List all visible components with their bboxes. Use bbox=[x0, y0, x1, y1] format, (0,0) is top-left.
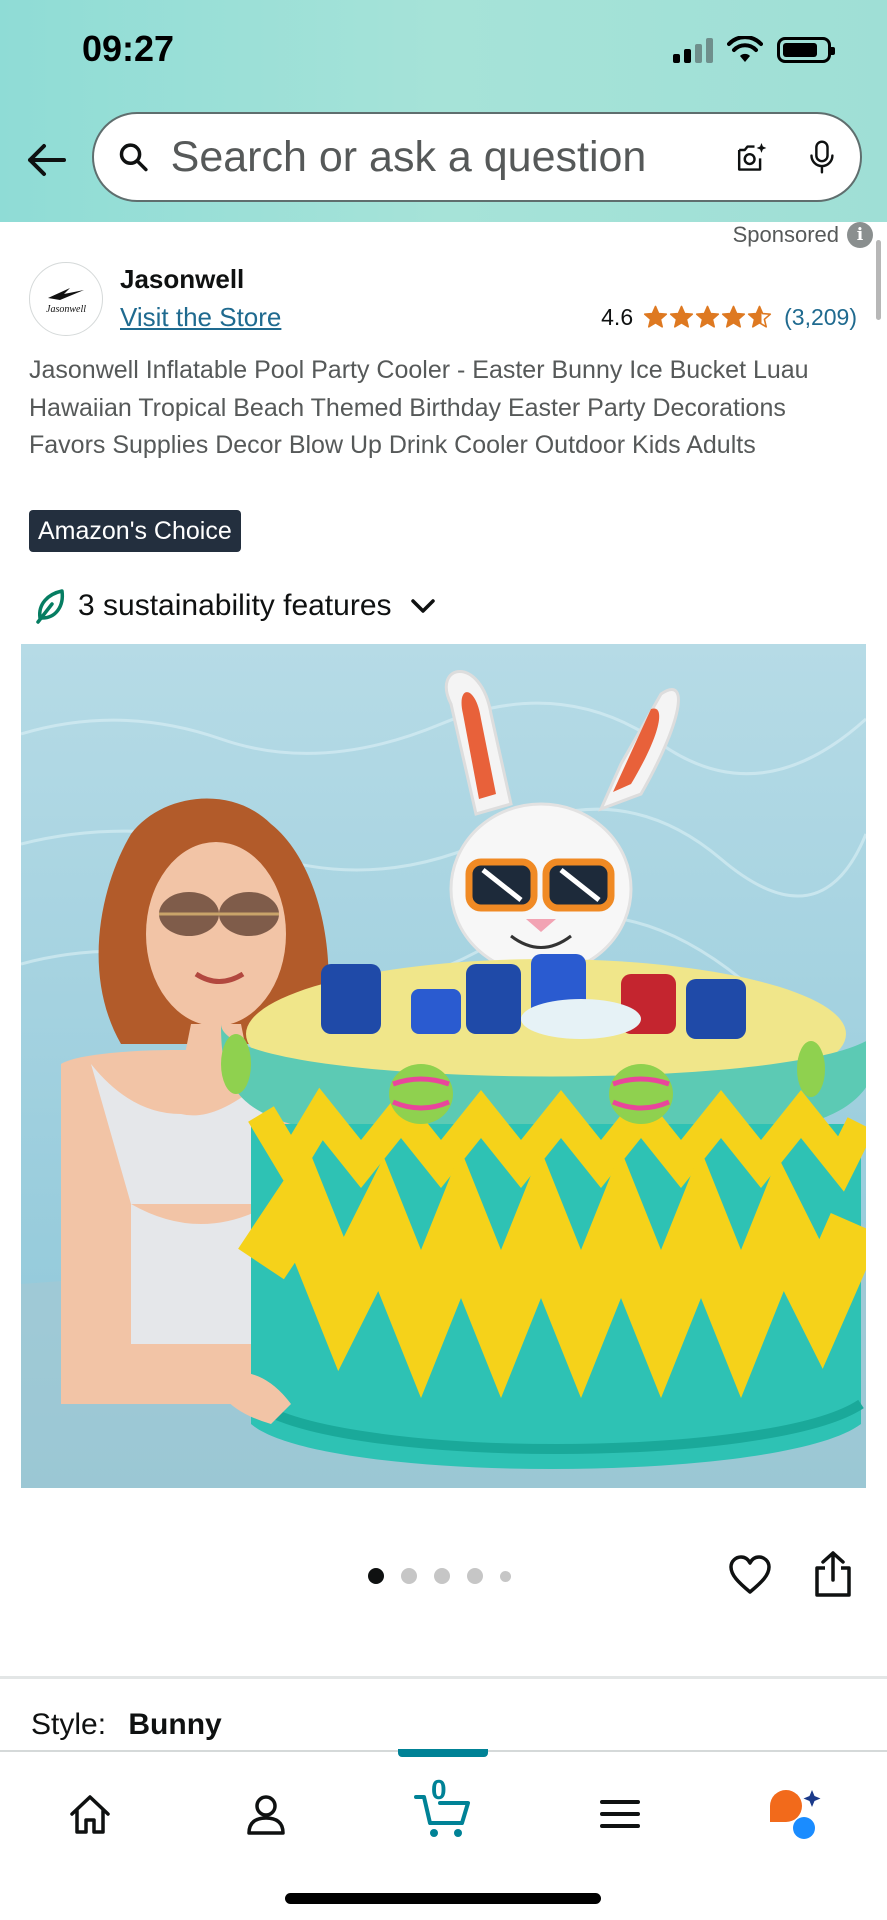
mic-icon[interactable] bbox=[808, 133, 836, 181]
leaf-icon bbox=[36, 589, 65, 624]
rating-count[interactable]: (3,209) bbox=[784, 304, 857, 331]
star-icon bbox=[722, 305, 746, 328]
battery-icon bbox=[777, 37, 835, 63]
sustainability-toggle[interactable]: 3 sustainability features bbox=[34, 588, 436, 624]
rufus-icon bbox=[770, 1790, 821, 1839]
share-icon[interactable] bbox=[811, 1550, 855, 1598]
menu-icon bbox=[600, 1800, 640, 1828]
carousel-dot[interactable] bbox=[467, 1568, 483, 1584]
nav-rufus[interactable] bbox=[764, 1784, 824, 1844]
search-bar[interactable] bbox=[92, 112, 862, 202]
cart-count: 0 bbox=[431, 1774, 447, 1805]
search-icon bbox=[119, 143, 148, 172]
top-header: 09:27 bbox=[0, 0, 887, 222]
rating-row[interactable]: 4.6 (3,209) bbox=[601, 304, 857, 331]
sustainability-label: 3 sustainability features bbox=[78, 589, 392, 622]
camera-icon[interactable] bbox=[735, 133, 768, 181]
sponsored-label[interactable]: Sponsored i bbox=[733, 222, 873, 248]
home-indicator bbox=[285, 1893, 601, 1904]
style-label: Style: bbox=[31, 1708, 107, 1741]
star-icon bbox=[696, 305, 720, 328]
brand-name: Jasonwell bbox=[120, 264, 245, 294]
nav-home[interactable] bbox=[60, 1784, 120, 1844]
brand-logo-mark bbox=[48, 287, 84, 300]
rating-value: 4.6 bbox=[601, 304, 634, 330]
star-icon bbox=[670, 305, 694, 328]
account-icon bbox=[247, 1795, 285, 1835]
section-divider bbox=[0, 1676, 887, 1679]
home-icon bbox=[70, 1795, 110, 1834]
amazons-choice-badge[interactable]: Amazon's Choice bbox=[29, 510, 241, 552]
carousel-dot[interactable] bbox=[368, 1568, 384, 1584]
search-input[interactable] bbox=[170, 132, 725, 182]
status-icons bbox=[673, 36, 835, 64]
star-icon bbox=[644, 305, 668, 328]
scroll-indicator bbox=[876, 240, 881, 320]
back-arrow-icon[interactable] bbox=[24, 138, 68, 182]
info-icon[interactable]: i bbox=[847, 222, 873, 248]
status-time: 09:27 bbox=[82, 28, 175, 69]
star-rating bbox=[643, 305, 772, 330]
product-image[interactable] bbox=[21, 644, 866, 1488]
brand-logo[interactable]: Jasonwell bbox=[29, 262, 103, 336]
style-selector[interactable]: Style: Bunny bbox=[31, 1708, 222, 1742]
image-carousel-dots[interactable] bbox=[368, 1568, 511, 1584]
sponsored-text: Sponsored bbox=[732, 222, 839, 247]
product-title: Jasonwell Inflatable Pool Party Cooler -… bbox=[29, 356, 809, 459]
nav-menu[interactable] bbox=[590, 1784, 650, 1844]
nav-account[interactable] bbox=[236, 1784, 296, 1844]
wifi-icon bbox=[727, 36, 763, 62]
signal-icon bbox=[673, 37, 713, 63]
visit-store-link[interactable]: Visit the Store bbox=[120, 302, 281, 333]
cart-active-indicator bbox=[398, 1749, 488, 1757]
carousel-dot[interactable] bbox=[401, 1568, 417, 1584]
star-icon bbox=[748, 305, 772, 328]
heart-icon[interactable] bbox=[728, 1554, 772, 1596]
chevron-down-icon bbox=[410, 599, 435, 613]
cooler bbox=[221, 954, 866, 1469]
carousel-dot[interactable] bbox=[434, 1568, 450, 1584]
carousel-dot[interactable] bbox=[500, 1570, 511, 1582]
style-value: Bunny bbox=[128, 1708, 222, 1741]
brand-logo-text: Jasonwell bbox=[46, 303, 86, 315]
